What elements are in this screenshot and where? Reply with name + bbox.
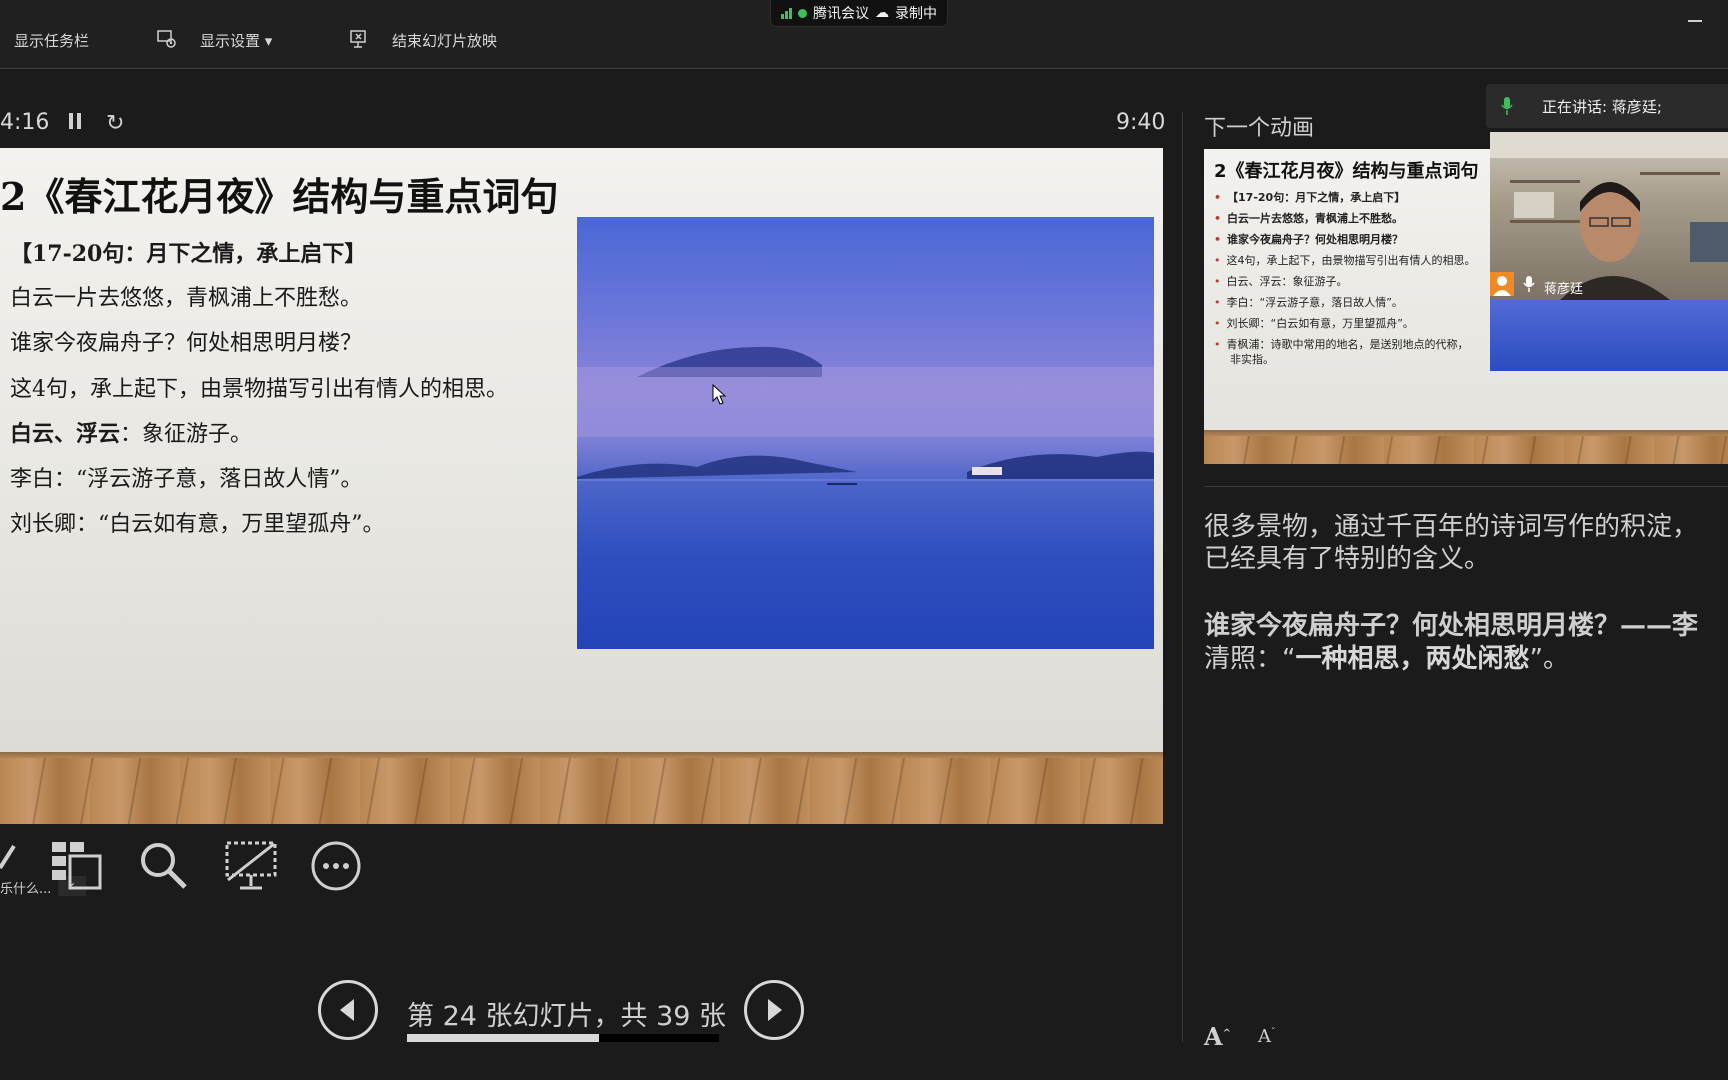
elapsed-timer: 4:16: [0, 110, 50, 135]
panel-divider: [1182, 112, 1183, 1042]
speaker-note-line: 已经具有了特别的含义。: [1204, 544, 1491, 574]
zoom-icon[interactable]: [138, 840, 190, 896]
slide-line: 白云一片去悠悠，青枫浦上不胜愁。: [10, 286, 363, 311]
mini-slide-line: • 【17-20句：月下之情，承上启下】: [1214, 191, 1406, 204]
mini-slide-line: • 白云、浮云：象征游子。: [1214, 275, 1348, 288]
display-settings-button[interactable]: 显示设置 ▾: [200, 30, 272, 51]
restart-timer-icon[interactable]: ↻: [106, 111, 124, 136]
slide-line: 这4句，承上起下，由景物描写引出有情人的相思。: [10, 377, 508, 402]
next-slide-button[interactable]: [744, 980, 804, 1040]
slide-line: 谁家今夜扁舟子？何处相思明月楼？: [10, 331, 363, 356]
pen-hint-text: 乐什么...: [0, 882, 52, 897]
slide-line: 【17-20句：月下之情，承上启下】: [10, 241, 367, 267]
slide-line: 白云、浮云：象征游子。: [10, 416, 252, 448]
end-slideshow-button[interactable]: 结束幻灯片放映: [392, 30, 497, 51]
mini-slide-line: • 刘长卿：“白云如有意，万里望孤舟”。: [1214, 317, 1414, 330]
mini-wood-floor: [1204, 430, 1728, 464]
video-mic-icon: [1522, 275, 1536, 297]
slide-title: 2《春江花月夜》结构与重点词句: [0, 174, 559, 219]
mini-lake-photo: [1490, 289, 1728, 371]
wood-floor: [0, 752, 1163, 824]
slide-line: 李白：“浮云游子意，落日故人情”。: [10, 467, 363, 492]
cloud-icon: ☁: [875, 5, 889, 21]
triangle-left-icon: [340, 999, 354, 1021]
mini-slide-title: 2《春江花月夜》结构与重点词句: [1214, 161, 1479, 182]
mini-slide-line: • 白云一片去悠悠，青枫浦上不胜愁。: [1214, 212, 1404, 225]
display-settings-icon[interactable]: [156, 28, 178, 50]
more-options-icon[interactable]: [310, 840, 362, 896]
increase-font-button[interactable]: A^: [1204, 1022, 1231, 1051]
minimize-icon[interactable]: [1688, 20, 1702, 22]
previous-slide-button[interactable]: [318, 980, 378, 1040]
speaker-note-line: 谁家今夜扁舟子？何处相思明月楼？——李: [1204, 611, 1699, 641]
black-screen-icon[interactable]: [224, 840, 278, 896]
top-toolbar: 显示任务栏 显示设置 ▾ 结束幻灯片放映 腾讯会议 ☁ 录制中: [0, 0, 1728, 69]
meeting-status-pill[interactable]: 腾讯会议 ☁ 录制中: [770, 0, 948, 27]
notes-divider: [1204, 486, 1728, 487]
avatar-icon: [1490, 272, 1514, 296]
microphone-icon: [1500, 96, 1514, 120]
mini-slide-line: • 李白：“浮云游子意，落日故人情”。: [1214, 296, 1403, 309]
current-slide: 2《春江花月夜》结构与重点词句 【17-20句：月下之情，承上启下】 白云一片去…: [0, 148, 1163, 824]
mini-slide-line: • 这4句，承上起下，由景物描写引出有情人的相思。: [1214, 254, 1476, 267]
slide-progress-bar: [407, 1034, 719, 1042]
triangle-right-icon: [768, 999, 782, 1021]
participant-name: 蒋彦廷: [1544, 282, 1584, 297]
slide-line: 刘长卿：“白云如有意，万里望孤舟”。: [10, 512, 385, 537]
pen-icon[interactable]: [0, 842, 16, 874]
pause-icon[interactable]: [68, 112, 82, 134]
show-taskbar-button[interactable]: 显示任务栏: [14, 30, 89, 51]
status-dot-icon: [798, 8, 807, 18]
slide-progress-fill: [407, 1034, 599, 1042]
end-slideshow-icon[interactable]: [348, 28, 370, 50]
mini-slide-line: • 青枫浦：诗歌中常用的地名，是送别地点的代称，: [1214, 338, 1469, 351]
clock-time: 9:40: [1116, 110, 1166, 135]
speaker-note-bold: 一种相思，两处闲愁: [1295, 644, 1530, 674]
mini-slide-line: 非实指。: [1230, 353, 1274, 366]
mouse-cursor-icon: [712, 383, 727, 410]
next-animation-label: 下一个动画: [1204, 116, 1315, 141]
lake-photo: [577, 217, 1154, 649]
slide-line-rest: ：象征游子。: [120, 422, 253, 447]
meeting-app-name: 腾讯会议: [813, 6, 869, 22]
recording-status: 录制中: [895, 6, 937, 22]
signal-icon: [781, 7, 792, 19]
decrease-font-button[interactable]: Aˇ: [1258, 1026, 1276, 1047]
slide-sorter-icon[interactable]: [50, 840, 102, 896]
speaker-note-line: 清照：“一种相思，两处闲愁”。: [1204, 644, 1569, 674]
slide-counter: 第 24 张幻灯片，共 39 张: [407, 1001, 727, 1032]
slide-line-bold: 白云、浮云: [10, 421, 121, 447]
active-speaker-text: 正在讲话: 蒋彦廷;: [1542, 98, 1662, 116]
mini-slide-line: • 谁家今夜扁舟子？何处相思明月楼？: [1214, 233, 1404, 246]
